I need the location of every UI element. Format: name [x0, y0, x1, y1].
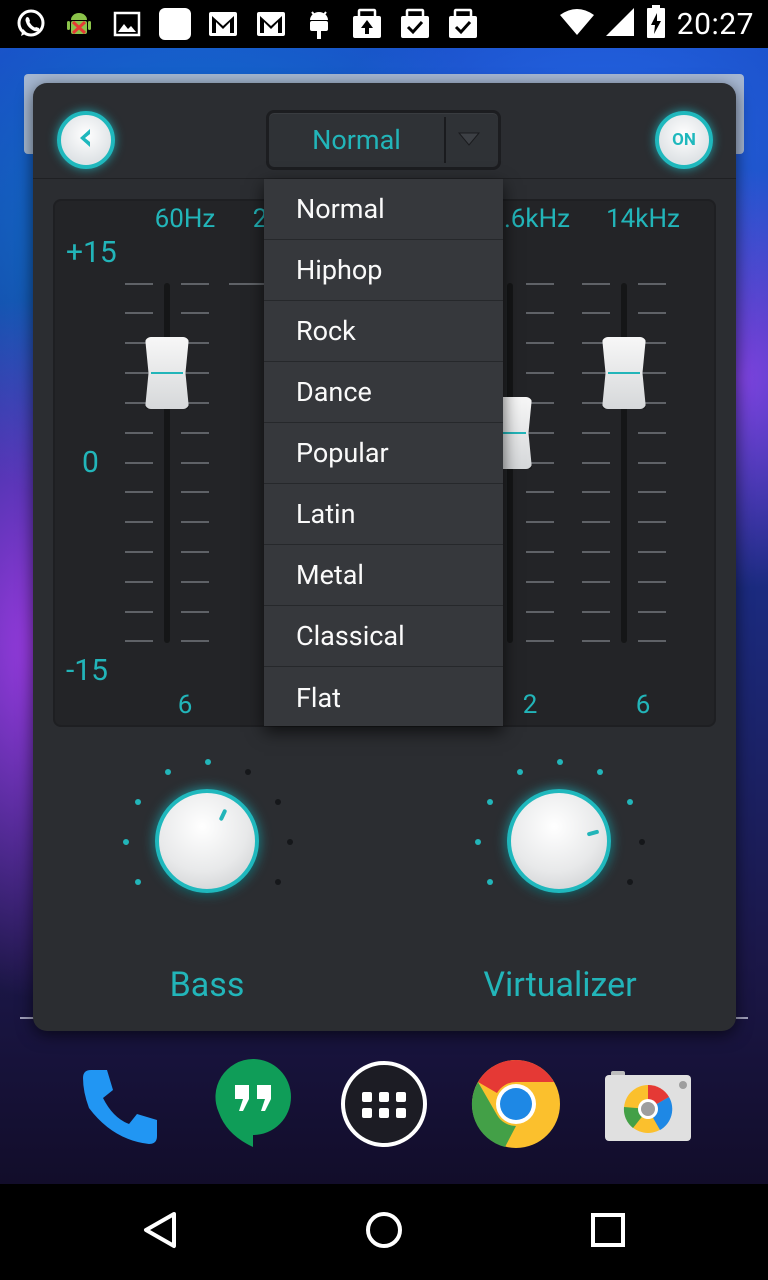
android-bug-icon: [62, 7, 96, 41]
band-value: 6: [177, 690, 193, 720]
band-frequency: 14kHz: [606, 204, 680, 234]
gmail-icon: [254, 7, 288, 41]
gmail-icon: [206, 7, 240, 41]
db-max-label: +15: [66, 235, 117, 270]
home-icon: [364, 1210, 404, 1254]
system-icons: 20:27: [559, 5, 754, 43]
band-slider-thumb[interactable]: [602, 337, 646, 409]
equalizer-header: Normal ON: [33, 83, 736, 179]
db-min-label: -15: [66, 653, 109, 688]
power-toggle-label: ON: [672, 130, 696, 150]
nav-recents-button[interactable]: [582, 1206, 634, 1258]
bass-label: Bass: [169, 965, 245, 1005]
virtualizer-knob-control[interactable]: [469, 751, 649, 931]
band-value: 2: [522, 690, 538, 720]
checklist-icon: [398, 7, 432, 41]
preset-dropdown-menu: Normal Hiphop Rock Dance Popular Latin M…: [264, 179, 503, 726]
preset-divider: [444, 117, 446, 163]
nav-home-button[interactable]: [358, 1206, 410, 1258]
preset-option-dance[interactable]: Dance: [264, 362, 503, 423]
preset-option-latin[interactable]: Latin: [264, 484, 503, 545]
chevron-left-icon: [74, 126, 98, 155]
band-slider-thumb[interactable]: [145, 337, 189, 409]
status-bar: 20:27: [0, 0, 768, 48]
signal-icon: [605, 7, 635, 41]
preset-selected-value: Normal: [312, 124, 401, 156]
preset-option-classical[interactable]: Classical: [264, 606, 503, 667]
phone-icon[interactable]: [75, 1060, 165, 1150]
blank-app-icon: [158, 7, 192, 41]
db-mid-label: 0: [82, 445, 99, 480]
preset-option-hiphop[interactable]: Hiphop: [264, 240, 503, 301]
dropdown-caret-icon: [457, 129, 481, 153]
band-value: 6: [635, 690, 651, 720]
clock: 20:27: [676, 6, 754, 42]
bass-knob-control[interactable]: [117, 751, 297, 931]
whatsapp-icon: [14, 7, 48, 41]
navigation-bar: [0, 1184, 768, 1280]
notification-icons: [14, 7, 480, 41]
preset-option-metal[interactable]: Metal: [264, 545, 503, 606]
image-icon: [110, 7, 144, 41]
preset-select[interactable]: Normal: [266, 110, 501, 170]
preset-option-rock[interactable]: Rock: [264, 301, 503, 362]
android-icon: [302, 7, 336, 41]
virtualizer-label: Virtualizer: [483, 965, 637, 1005]
checklist-icon: [446, 7, 480, 41]
camera-icon[interactable]: [603, 1060, 693, 1150]
recents-icon: [590, 1212, 626, 1252]
virtualizer-knob[interactable]: [507, 789, 611, 893]
app-drawer-icon[interactable]: [339, 1059, 429, 1149]
power-toggle[interactable]: ON: [655, 111, 713, 169]
hangouts-icon[interactable]: [208, 1058, 298, 1148]
battery-charging-icon: [645, 5, 667, 43]
wallpaper-line: [736, 1017, 748, 1019]
preset-option-popular[interactable]: Popular: [264, 423, 503, 484]
preset-option-flat[interactable]: Flat: [264, 667, 503, 728]
bass-knob[interactable]: [155, 789, 259, 893]
nav-back-button[interactable]: [134, 1206, 186, 1258]
back-icon: [140, 1210, 180, 1254]
chrome-icon[interactable]: [471, 1059, 561, 1149]
wifi-icon: [559, 7, 595, 41]
preset-option-normal[interactable]: Normal: [264, 179, 503, 240]
upload-icon: [350, 7, 384, 41]
back-button[interactable]: [57, 111, 115, 169]
